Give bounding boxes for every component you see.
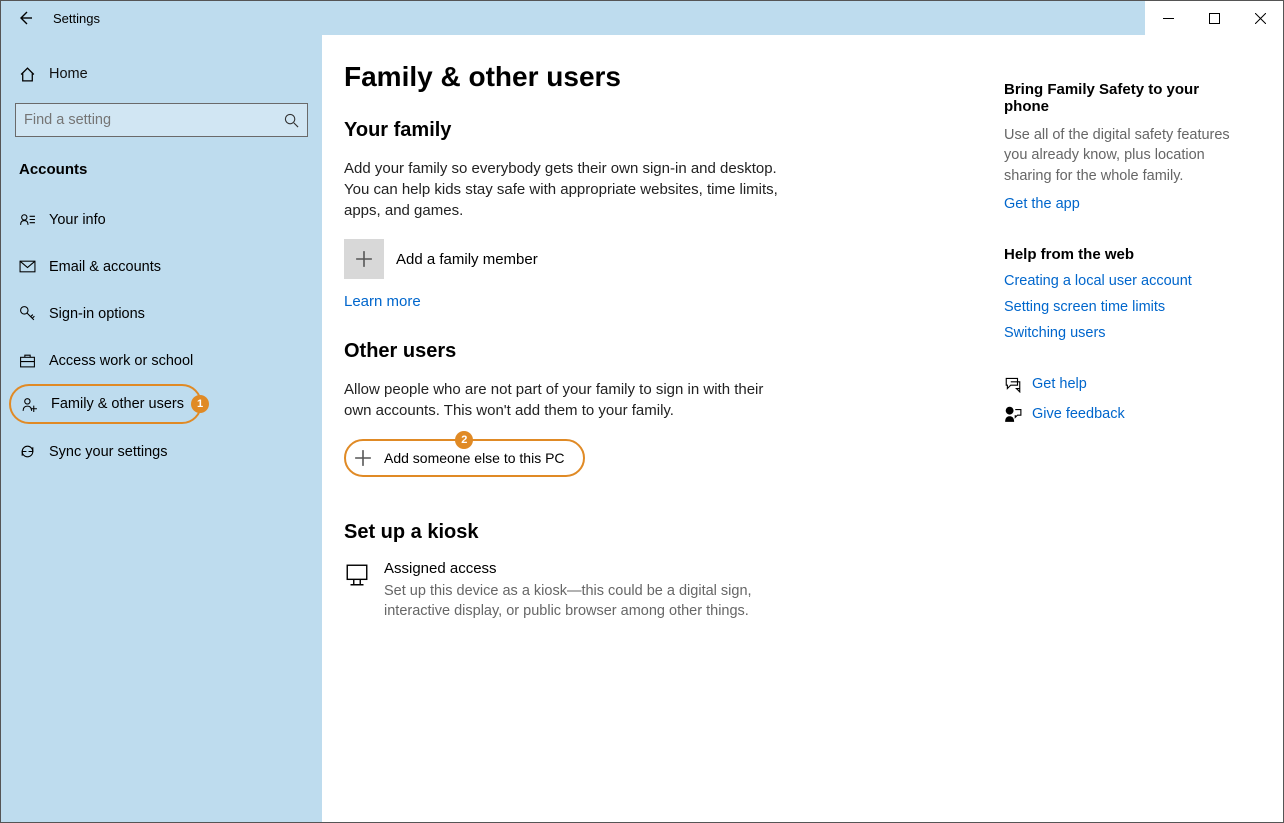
annotation-badge-2: 2: [455, 431, 473, 449]
get-help-link[interactable]: Get help: [1032, 376, 1087, 392]
aside-family-safety: Bring Family Safety to your phone Use al…: [1004, 81, 1234, 212]
section-other-users: Other users Allow people who are not par…: [344, 340, 974, 491]
minimize-icon: [1163, 13, 1174, 24]
help-link[interactable]: Setting screen time limits: [1004, 299, 1234, 315]
sidebar-item-label: Family & other users: [51, 396, 184, 412]
back-button[interactable]: [1, 1, 49, 35]
kiosk-heading: Set up a kiosk: [344, 521, 974, 544]
home-icon: [19, 66, 49, 83]
sidebar-item-label: Your info: [49, 212, 106, 228]
sidebar-item-email[interactable]: Email & accounts: [1, 243, 322, 290]
help-link[interactable]: Switching users: [1004, 325, 1234, 341]
sidebar: Home Accounts Your info Email & accounts: [1, 35, 322, 822]
maximize-icon: [1209, 13, 1220, 24]
sidebar-item-your-info[interactable]: Your info: [1, 196, 322, 243]
aside-help-heading: Help from the web: [1004, 246, 1234, 263]
aside-column: Bring Family Safety to your phone Use al…: [994, 61, 1234, 822]
arrow-left-icon: [17, 10, 33, 26]
kiosk-icon: [344, 560, 384, 588]
section-your-family: Your family Add your family so everybody…: [344, 119, 974, 310]
close-icon: [1255, 13, 1266, 24]
other-heading: Other users: [344, 340, 974, 363]
mail-icon: [19, 258, 49, 275]
get-the-app-link[interactable]: Get the app: [1004, 196, 1234, 212]
sidebar-item-label: Access work or school: [49, 353, 193, 369]
plus-icon: [344, 239, 384, 279]
sidebar-home-label: Home: [49, 66, 88, 82]
sync-icon: [19, 443, 49, 460]
sidebar-item-sync[interactable]: Sync your settings: [1, 428, 322, 475]
sidebar-section-title: Accounts: [1, 155, 322, 196]
learn-more-link[interactable]: Learn more: [344, 293, 421, 310]
other-desc: Allow people who are not part of your fa…: [344, 379, 784, 421]
section-kiosk: Set up a kiosk Assigned access Set up th…: [344, 521, 974, 622]
add-family-label: Add a family member: [396, 251, 538, 268]
titlebar: Settings: [1, 1, 1283, 35]
content-column: Family & other users Your family Add you…: [344, 61, 994, 822]
person-card-icon: [19, 211, 49, 228]
aside-help-web: Help from the web Creating a local user …: [1004, 246, 1234, 341]
kiosk-desc: Set up this device as a kiosk—this could…: [384, 581, 764, 622]
help-chat-icon: [1004, 375, 1032, 393]
sidebar-item-label: Email & accounts: [49, 259, 161, 275]
window-title: Settings: [53, 11, 100, 26]
annotation-badge-1: 1: [191, 395, 209, 413]
add-other-label: Add someone else to this PC: [384, 450, 565, 466]
aside-fs-heading: Bring Family Safety to your phone: [1004, 81, 1234, 115]
sidebar-item-label: Sign-in options: [49, 306, 145, 322]
family-desc: Add your family so everybody gets their …: [344, 158, 784, 221]
kiosk-title: Assigned access: [384, 560, 764, 577]
main-area: Family & other users Your family Add you…: [322, 35, 1283, 822]
give-feedback-row[interactable]: Give feedback: [1004, 405, 1234, 423]
aside-actions: Get help Give feedback: [1004, 375, 1234, 423]
get-help-row[interactable]: Get help: [1004, 375, 1234, 393]
sidebar-item-label: Sync your settings: [49, 444, 167, 460]
search-input[interactable]: [24, 112, 279, 128]
family-heading: Your family: [344, 119, 974, 142]
sidebar-item-signin[interactable]: Sign-in options: [1, 290, 322, 337]
aside-fs-desc: Use all of the digital safety features y…: [1004, 125, 1234, 186]
assigned-access-button[interactable]: Assigned access Set up this device as a …: [344, 560, 974, 622]
minimize-button[interactable]: [1145, 1, 1191, 35]
sidebar-item-family[interactable]: Family & other users 1: [9, 384, 202, 424]
search-icon: [279, 113, 299, 128]
search-input-wrapper[interactable]: [15, 103, 308, 137]
add-family-member-button[interactable]: Add a family member: [344, 239, 974, 279]
sidebar-item-work-school[interactable]: Access work or school: [1, 337, 322, 384]
give-feedback-link[interactable]: Give feedback: [1032, 406, 1125, 422]
help-link[interactable]: Creating a local user account: [1004, 273, 1234, 289]
maximize-button[interactable]: [1191, 1, 1237, 35]
people-add-icon: [21, 396, 51, 413]
close-button[interactable]: [1237, 1, 1283, 35]
sidebar-home[interactable]: Home: [1, 53, 322, 95]
add-other-user-button[interactable]: 2 Add someone else to this PC: [344, 439, 585, 477]
briefcase-icon: [19, 352, 49, 369]
page-title: Family & other users: [344, 61, 974, 93]
plus-icon: [354, 449, 372, 467]
window-controls: [1145, 1, 1283, 35]
key-icon: [19, 305, 49, 322]
feedback-icon: [1004, 405, 1032, 423]
